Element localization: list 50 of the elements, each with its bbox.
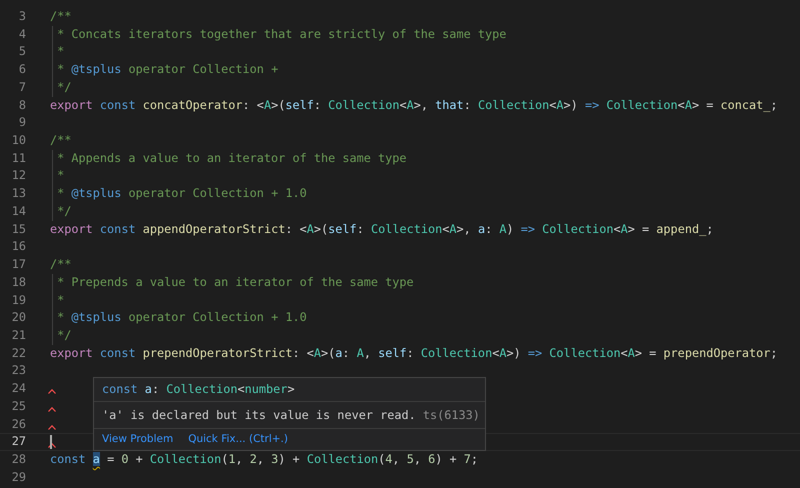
line-number: 16	[10, 238, 26, 256]
line-number: 8	[18, 96, 26, 114]
line-number: 20	[10, 309, 26, 326]
line-number: 10	[10, 132, 26, 150]
code-line: * @tsplus operator Collection + 1.0	[56, 185, 307, 202]
line-number: 21	[10, 326, 26, 344]
line-number: 5	[18, 43, 26, 60]
code-line: * @tsplus operator Collection + 1.0	[56, 309, 307, 326]
code-line: export const prependOperatorStrict: <A>(a: A, self: Collection<A>) => Collection<A> = prependOperator;	[50, 344, 778, 362]
code-line: */	[56, 78, 72, 96]
line-number: 25	[10, 398, 26, 415]
line-number: 22	[10, 344, 26, 362]
line-number: 23	[10, 362, 26, 380]
code-line: */	[56, 326, 72, 344]
line-number: 3	[18, 8, 26, 25]
code-line: * Appends a value to an iterator of the same type	[56, 150, 407, 167]
code-line: /**	[50, 256, 72, 274]
error-message: 'a' is declared but its value is never read. ts(6133)	[101, 407, 481, 424]
line-number: 28	[10, 450, 26, 468]
code-line: /**	[50, 8, 72, 25]
line-number: 7	[18, 78, 26, 96]
code-line: */	[56, 202, 72, 220]
code-line: * Prepends a value to an iterator of the same type	[56, 274, 414, 291]
line-number: 13	[10, 185, 26, 202]
type-signature: const a: Collection<number>	[94, 378, 485, 402]
code-line: *	[56, 43, 64, 60]
line-number: 17	[10, 256, 26, 274]
line-number: 11	[10, 150, 26, 167]
code-line: *	[56, 167, 64, 184]
action-link[interactable]: View Problem	[102, 433, 174, 445]
line-number: 24	[10, 380, 26, 398]
action-link[interactable]: Quick Fix... (Ctrl+.)	[188, 433, 288, 445]
line-number: 27	[10, 434, 26, 450]
line-number: 6	[18, 61, 26, 78]
line-number: 29	[10, 468, 26, 486]
code-line: * Concats iterators together that are strictly of the same type	[56, 26, 506, 43]
code-line: *	[56, 292, 64, 308]
line-number: 4	[18, 26, 26, 43]
code-line: /**	[50, 132, 72, 150]
code-line: * @tsplus operator Collection +	[56, 61, 278, 78]
line-number: 18	[10, 274, 26, 291]
line-number: 9	[18, 114, 26, 132]
line-number: 12	[10, 167, 26, 184]
code-line: export const concatOperator: <A>(self: Collection<A>, that: Collection<A>) => Collection<A> = concat_;	[50, 96, 778, 114]
line-number: 14	[10, 202, 26, 220]
code-line: export const appendOperatorStrict: <A>(self: Collection<A>, a: A) => Collection<A> = append_;	[50, 220, 714, 238]
code-line: const a = 0 + Collection(1, 2, 3) + Collection(4, 5, 6) + 7;	[50, 450, 478, 468]
line-number: 15	[10, 220, 26, 238]
line-number: 26	[10, 416, 26, 433]
line-number: 19	[10, 292, 26, 308]
